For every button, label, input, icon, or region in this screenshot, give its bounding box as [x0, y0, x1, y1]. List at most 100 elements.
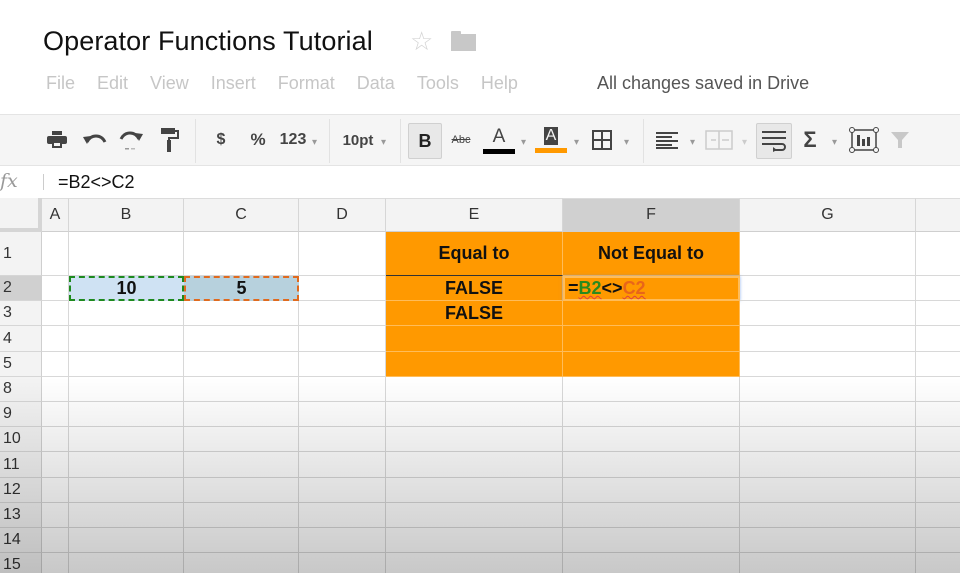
cell-c14[interactable] — [184, 528, 299, 553]
cell-a9[interactable] — [42, 402, 69, 427]
cell-a14[interactable] — [42, 528, 69, 553]
column-header-h[interactable] — [916, 198, 960, 232]
cell-g13[interactable] — [740, 503, 916, 528]
cell-c1[interactable] — [184, 232, 299, 276]
cell-d3[interactable] — [299, 301, 386, 326]
cell-e12[interactable] — [386, 478, 563, 503]
cell-g11[interactable] — [740, 452, 916, 478]
cell-h8[interactable] — [916, 377, 960, 402]
cell-a2[interactable] — [42, 276, 69, 301]
merge-cells-button[interactable] — [704, 115, 734, 165]
chevron-down-icon[interactable]: ▾ — [832, 137, 837, 148]
bold-button[interactable]: B — [408, 123, 442, 159]
filter-button[interactable] — [888, 115, 912, 165]
row-header-9[interactable]: 9 — [0, 402, 42, 427]
cell-d11[interactable] — [299, 452, 386, 478]
cell-f14[interactable] — [563, 528, 740, 553]
formula-input[interactable]: =B2<>C2 — [58, 170, 135, 194]
cell-d12[interactable] — [299, 478, 386, 503]
cell-b9[interactable] — [69, 402, 184, 427]
cell-c3[interactable] — [184, 301, 299, 326]
cell-c2[interactable]: 5 — [184, 276, 299, 301]
row-header-11[interactable]: 11 — [0, 452, 42, 478]
cell-h4[interactable] — [916, 326, 960, 352]
menu-insert[interactable]: Insert — [211, 71, 256, 95]
text-wrap-button[interactable] — [756, 123, 792, 159]
print-button[interactable] — [44, 115, 70, 165]
column-header-g[interactable]: G — [740, 198, 916, 232]
cell-e1[interactable]: Equal to — [386, 232, 563, 276]
menu-file[interactable]: File — [46, 71, 75, 95]
cell-d8[interactable] — [299, 377, 386, 402]
borders-button[interactable] — [589, 115, 615, 165]
currency-format-button[interactable]: $ — [210, 115, 232, 165]
column-header-f[interactable]: F — [563, 198, 740, 232]
row-header-8[interactable]: 8 — [0, 377, 42, 402]
row-header-4[interactable]: 4 — [0, 326, 42, 352]
cell-b3[interactable] — [69, 301, 184, 326]
chevron-down-icon[interactable]: ▾ — [312, 137, 317, 148]
cell-c8[interactable] — [184, 377, 299, 402]
row-header-12[interactable]: 12 — [0, 478, 42, 503]
cell-e10[interactable] — [386, 427, 563, 452]
cell-e9[interactable] — [386, 402, 563, 427]
chevron-down-icon[interactable]: ▾ — [381, 137, 386, 148]
cell-e13[interactable] — [386, 503, 563, 528]
cell-h10[interactable] — [916, 427, 960, 452]
cell-g10[interactable] — [740, 427, 916, 452]
cell-a3[interactable] — [42, 301, 69, 326]
strikethrough-button[interactable]: Abc — [448, 115, 474, 165]
cell-c15[interactable] — [184, 553, 299, 573]
cell-f8[interactable] — [563, 377, 740, 402]
cell-d9[interactable] — [299, 402, 386, 427]
menu-data[interactable]: Data — [357, 71, 395, 95]
cell-c9[interactable] — [184, 402, 299, 427]
cell-c12[interactable] — [184, 478, 299, 503]
redo-button[interactable] — [118, 115, 144, 165]
cell-c5[interactable] — [184, 352, 299, 377]
cell-e2[interactable]: FALSE — [386, 276, 563, 301]
row-header-2[interactable]: 2 — [0, 276, 42, 301]
row-header-14[interactable]: 14 — [0, 528, 42, 553]
cell-h14[interactable] — [916, 528, 960, 553]
align-button[interactable] — [654, 115, 680, 165]
row-header-5[interactable]: 5 — [0, 352, 42, 377]
cell-b12[interactable] — [69, 478, 184, 503]
cell-e3[interactable]: FALSE — [386, 301, 563, 326]
column-header-a[interactable]: A — [42, 198, 69, 232]
cell-a13[interactable] — [42, 503, 69, 528]
document-title[interactable]: Operator Functions Tutorial — [43, 26, 373, 57]
cell-h9[interactable] — [916, 402, 960, 427]
row-header-3[interactable]: 3 — [0, 301, 42, 326]
insert-chart-button[interactable] — [848, 115, 880, 165]
fill-color-button[interactable]: A — [534, 115, 568, 165]
cell-f2-editor[interactable]: = B2 <> C2 — [563, 276, 740, 301]
cell-b13[interactable] — [69, 503, 184, 528]
cell-f13[interactable] — [563, 503, 740, 528]
cell-e5[interactable] — [386, 352, 563, 377]
cell-h15[interactable] — [916, 553, 960, 573]
cell-b5[interactable] — [69, 352, 184, 377]
cell-d4[interactable] — [299, 326, 386, 352]
functions-button[interactable]: Σ — [798, 115, 822, 165]
cell-a10[interactable] — [42, 427, 69, 452]
cell-d5[interactable] — [299, 352, 386, 377]
cell-e14[interactable] — [386, 528, 563, 553]
star-icon[interactable]: ☆ — [410, 26, 433, 56]
column-header-c[interactable]: C — [184, 198, 299, 232]
cell-b15[interactable] — [69, 553, 184, 573]
cell-b14[interactable] — [69, 528, 184, 553]
cell-g1[interactable] — [740, 232, 916, 276]
folder-icon[interactable] — [451, 31, 476, 51]
undo-button[interactable] — [82, 115, 108, 165]
cell-d2[interactable] — [299, 276, 386, 301]
cell-a12[interactable] — [42, 478, 69, 503]
cell-c13[interactable] — [184, 503, 299, 528]
cell-e15[interactable] — [386, 553, 563, 573]
cell-f15[interactable] — [563, 553, 740, 573]
cell-f12[interactable] — [563, 478, 740, 503]
column-header-e[interactable]: E — [386, 198, 563, 232]
cell-a11[interactable] — [42, 452, 69, 478]
font-size-dropdown[interactable]: 10pt — [338, 115, 378, 165]
column-header-d[interactable]: D — [299, 198, 386, 232]
